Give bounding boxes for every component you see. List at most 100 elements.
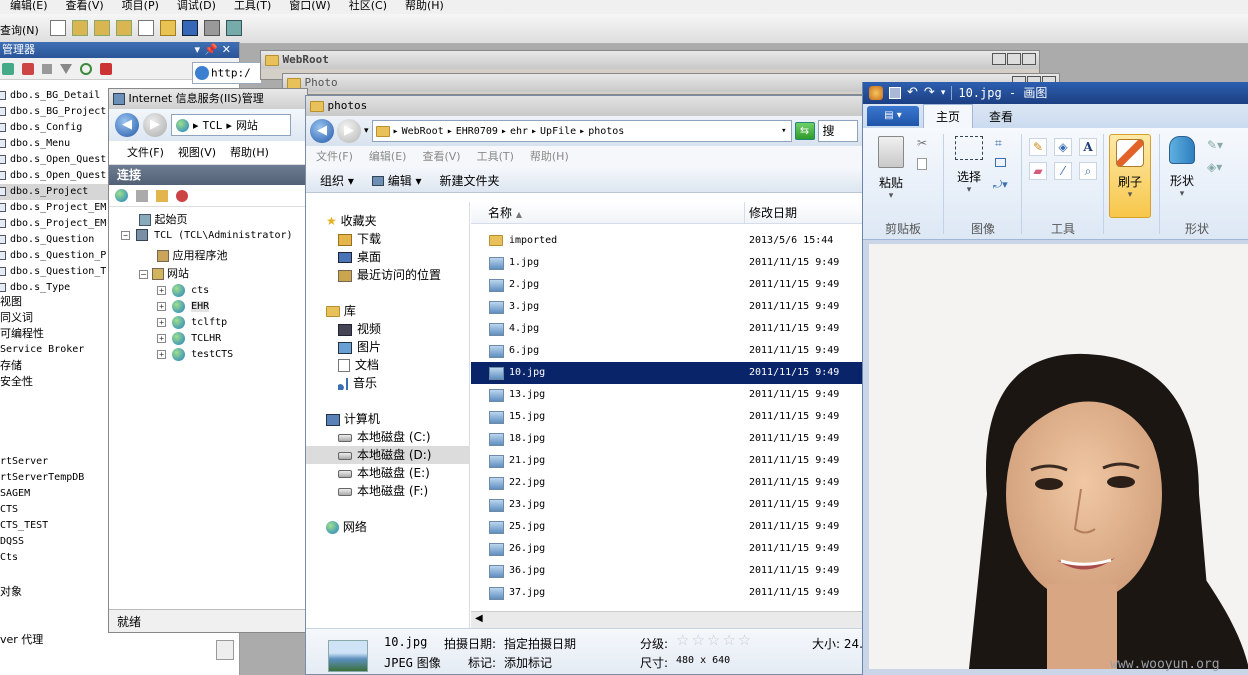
sync-icon[interactable] bbox=[100, 62, 112, 75]
database-node[interactable]: CTS bbox=[0, 502, 84, 518]
tree-node[interactable]: 视图 bbox=[0, 294, 84, 310]
crop-icon[interactable]: ⌗ bbox=[995, 136, 1002, 151]
nav-library-item[interactable]: 文档 bbox=[306, 356, 470, 374]
site-node[interactable]: + cts bbox=[157, 283, 233, 299]
forward-icon[interactable]: ▶ bbox=[143, 113, 167, 137]
agent-node[interactable]: ver 代理 bbox=[0, 631, 43, 647]
column-date[interactable]: 修改日期 bbox=[749, 202, 797, 224]
file-row[interactable]: 6.jpg 2011/11/15 9:49 bbox=[471, 340, 864, 362]
database-node[interactable]: rtServer bbox=[0, 454, 84, 470]
details-date-value[interactable]: 指定拍摄日期 bbox=[504, 635, 576, 652]
explorer-menu-item[interactable]: 帮助(H) bbox=[530, 146, 569, 168]
query-button[interactable]: 查询(N) bbox=[0, 22, 39, 38]
breadcrumb-item[interactable]: WebRoot bbox=[402, 126, 444, 137]
vs-menu-item[interactable]: 窗口(W) bbox=[289, 0, 330, 12]
select-button[interactable]: 选择 ▾ bbox=[949, 136, 989, 195]
panel-button[interactable]: ▾ bbox=[195, 43, 205, 56]
forward-icon[interactable]: ▶ bbox=[337, 119, 361, 143]
cut-icon[interactable]: ✂ bbox=[917, 136, 927, 150]
details-tag-value[interactable]: 添加标记 bbox=[504, 654, 552, 671]
redo-icon[interactable]: ↷ bbox=[924, 82, 935, 104]
edit-button[interactable]: 编辑 ▾ bbox=[371, 172, 422, 189]
site-node[interactable]: + EHR bbox=[157, 299, 233, 315]
file-row[interactable]: 10.jpg 2011/11/15 9:49 bbox=[471, 362, 864, 384]
rating-stars[interactable]: ☆☆☆☆☆ bbox=[676, 631, 753, 649]
copy-icon[interactable] bbox=[917, 158, 927, 170]
explorer-menu-item[interactable]: 查看(V) bbox=[422, 146, 460, 168]
resize-icon[interactable] bbox=[995, 158, 1006, 167]
file-row[interactable]: 36.jpg 2011/11/15 9:49 bbox=[471, 560, 864, 582]
nav-favorite-item[interactable]: 桌面 bbox=[306, 248, 470, 266]
paste-button[interactable]: 粘贴 ▾ bbox=[871, 136, 911, 201]
vs-menu-item[interactable]: 查看(V) bbox=[66, 0, 104, 12]
file-row[interactable]: 37.jpg 2011/11/15 9:49 bbox=[471, 582, 864, 604]
search-input[interactable]: 搜 bbox=[817, 120, 858, 142]
database-node[interactable]: rtServerTempDB bbox=[0, 470, 84, 486]
back-icon[interactable]: ◀ bbox=[115, 113, 139, 137]
outline-icon[interactable]: ✎▾ bbox=[1207, 138, 1223, 152]
column-name[interactable]: 名称 ▲ bbox=[488, 202, 522, 226]
explorer-menu-item[interactable]: 工具(T) bbox=[477, 146, 514, 168]
file-row[interactable]: 4.jpg 2011/11/15 9:49 bbox=[471, 318, 864, 340]
nav-network[interactable]: 网络 bbox=[326, 518, 367, 535]
nav-favorites[interactable]: ★ 收藏夹 bbox=[326, 212, 377, 229]
pencil-icon[interactable]: ✎ bbox=[1029, 138, 1047, 156]
expand-icon[interactable]: + bbox=[157, 301, 166, 311]
connect-icon[interactable] bbox=[2, 62, 14, 75]
nav-computer[interactable]: 计算机 bbox=[326, 410, 380, 427]
vs-menu-item[interactable]: 社区(C) bbox=[349, 0, 387, 12]
file-menu-button[interactable]: ▤ ▾ bbox=[867, 106, 919, 126]
nav-library-item[interactable]: 音乐 bbox=[306, 374, 470, 392]
fill-icon[interactable]: ◈ bbox=[1054, 138, 1072, 156]
iis-menu-item[interactable]: 帮助(H) bbox=[230, 141, 269, 164]
tree-node[interactable]: 安全性 bbox=[0, 374, 84, 390]
file-row[interactable]: 26.jpg 2011/11/15 9:49 bbox=[471, 538, 864, 560]
hscrollbar[interactable]: ◀ bbox=[471, 611, 864, 628]
text-icon[interactable]: A bbox=[1079, 138, 1097, 156]
brush-button[interactable]: 刷子 ▾ bbox=[1109, 134, 1151, 218]
panel-pin-icon[interactable]: ▾📌✕ bbox=[195, 42, 235, 58]
disconnect-icon[interactable] bbox=[176, 189, 188, 202]
toolbar-icons[interactable] bbox=[50, 20, 242, 36]
magnifier-icon[interactable]: ⌕ bbox=[1079, 162, 1097, 180]
iis-address[interactable]: ▸ TCL ▸ 网站 bbox=[171, 114, 291, 136]
nav-drive[interactable]: 本地磁盘 (E:) bbox=[306, 464, 470, 482]
nav-drive[interactable]: 本地磁盘 (F:) bbox=[306, 482, 470, 500]
stop-icon[interactable] bbox=[42, 63, 52, 74]
save-icon[interactable] bbox=[136, 189, 148, 202]
vs-menu-item[interactable]: 工具(T) bbox=[234, 0, 271, 12]
address-dropdown-icon[interactable]: ▾ bbox=[781, 126, 786, 136]
organize-button[interactable]: 组织 ▾ bbox=[320, 172, 354, 189]
tree-sites[interactable]: − 网站 bbox=[139, 265, 189, 281]
nav-library-item[interactable]: 图片 bbox=[306, 338, 470, 356]
breadcrumb-item[interactable]: UpFile bbox=[540, 126, 576, 137]
rotate-icon[interactable]: ⤾▾ bbox=[993, 178, 1008, 192]
nav-library[interactable]: 库 bbox=[326, 302, 356, 319]
eraser-icon[interactable]: ▰ bbox=[1029, 162, 1047, 180]
expand-icon[interactable]: + bbox=[157, 317, 166, 327]
panel-button[interactable]: 📌 bbox=[204, 43, 222, 56]
tree-start-page[interactable]: 起始页 bbox=[139, 211, 188, 227]
nav-drive[interactable]: 本地磁盘 (C:) bbox=[306, 428, 470, 446]
connect-icon[interactable] bbox=[115, 189, 128, 202]
tree-app-pools[interactable]: 应用程序池 bbox=[157, 247, 228, 263]
paint-canvas[interactable] bbox=[869, 244, 1248, 669]
file-row[interactable]: 2.jpg 2011/11/15 9:49 bbox=[471, 274, 864, 296]
refresh-icon[interactable]: ⇆ bbox=[794, 122, 815, 140]
expand-icon[interactable]: + bbox=[157, 349, 166, 359]
explorer-menu-item[interactable]: 编辑(E) bbox=[369, 146, 407, 168]
filter-icon[interactable] bbox=[60, 63, 72, 74]
webroot-controls[interactable] bbox=[992, 53, 1036, 65]
new-folder-button[interactable]: 新建文件夹 bbox=[440, 172, 500, 189]
site-node[interactable]: + TCLHR bbox=[157, 331, 233, 347]
breadcrumb-item[interactable]: photos bbox=[588, 126, 624, 137]
breadcrumb-item[interactable]: EHR0709 bbox=[456, 126, 498, 137]
database-node[interactable]: Cts bbox=[0, 550, 84, 566]
file-row[interactable]: 1.jpg 2011/11/15 9:49 bbox=[471, 252, 864, 274]
tree-node[interactable]: 可编程性 bbox=[0, 326, 84, 342]
file-row[interactable]: 22.jpg 2011/11/15 9:49 bbox=[471, 472, 864, 494]
objects-node[interactable]: 对象 bbox=[0, 583, 22, 599]
iis-menu-item[interactable]: 视图(V) bbox=[178, 141, 216, 164]
panel-button[interactable]: ✕ bbox=[222, 43, 235, 56]
file-row[interactable]: 23.jpg 2011/11/15 9:49 bbox=[471, 494, 864, 516]
